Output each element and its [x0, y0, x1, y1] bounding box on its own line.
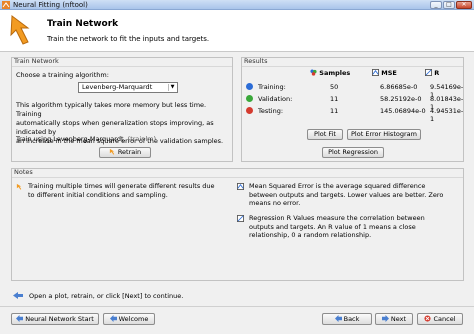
results-row-testing: Testing: 11 145.06894e-0 4.94531e-1 [242, 106, 464, 123]
neural-network-start-button[interactable]: Neural Network Start [11, 313, 99, 325]
mse-icon [237, 183, 244, 190]
back-label: Back [343, 315, 360, 323]
next-button[interactable]: Next [375, 313, 413, 325]
footer-hint-text: Open a plot, retrain, or click [Next] to… [29, 292, 184, 300]
mse-header: MSE [372, 69, 397, 77]
page-title: Train Network [47, 19, 119, 29]
validation-dot-icon [246, 95, 253, 102]
row-label: Validation: [258, 95, 293, 103]
row-samples: 11 [330, 95, 339, 103]
note-line: to different initial conditions and samp… [28, 190, 168, 199]
train-function-name: (trainlm) [127, 135, 157, 143]
divider [12, 177, 463, 178]
cancel-icon [424, 315, 432, 322]
train-panel-title: Train Network [14, 57, 59, 65]
minimize-button[interactable]: _ [430, 1, 442, 9]
samples-header: Samples [310, 69, 350, 77]
row-r: 4.94531e-1 [430, 107, 464, 123]
r-icon [237, 215, 244, 222]
close-button[interactable]: ✕ [456, 1, 472, 9]
note-line: Regression R Values measure the correlat… [249, 214, 425, 222]
page-header: Train Network Train the network to fit t… [0, 10, 474, 52]
results-panel: Results Samples MSE R Training: 50 6.866… [241, 57, 464, 162]
welcome-label: Welcome [118, 315, 149, 323]
retrain-icon [109, 148, 115, 155]
footer-hint: Open a plot, retrain, or click [Next] to… [13, 292, 183, 300]
note-line: Training multiple times will generate di… [28, 182, 215, 190]
chevron-down-icon[interactable]: ▼ [168, 84, 176, 91]
mse-icon [372, 69, 379, 76]
cancel-button[interactable]: Cancel [417, 313, 463, 325]
welcome-icon [109, 315, 117, 322]
results-panel-title: Results [244, 57, 268, 65]
row-samples: 11 [330, 107, 339, 115]
window-title: Neural Fitting (nftool) [13, 0, 88, 9]
window-controls: _ □ ✕ [430, 1, 472, 9]
plot-regression-button[interactable]: Plot Regression [322, 147, 384, 158]
r-header: R [425, 69, 439, 77]
training-dot-icon [246, 83, 253, 90]
samples-icon [310, 69, 317, 76]
welcome-button[interactable]: Welcome [103, 313, 155, 325]
r-header-label: R [434, 69, 440, 77]
row-mse: 145.06894e-0 [380, 107, 426, 115]
row-samples: 50 [330, 83, 339, 91]
notes-panel: Notes Training multiple times will gener… [11, 168, 464, 281]
mse-header-label: MSE [381, 69, 397, 77]
note-line: means no error. [249, 199, 301, 207]
divider [242, 66, 463, 67]
choose-algorithm-label: Choose a training algorithm: [16, 71, 109, 79]
train-arrow-icon [16, 183, 22, 190]
train-using-text: Train using Levenberg-Marquardt. (trainl… [16, 135, 156, 143]
note-line: between outputs and targets. Lower value… [249, 190, 444, 199]
note-line: relationship, 0 a random relationship. [249, 231, 372, 239]
note-line: outputs and targets. An R value of 1 mea… [249, 222, 416, 231]
row-label: Testing: [258, 107, 284, 115]
note-text: Training multiple times will generate di… [28, 182, 215, 199]
nn-start-icon [16, 315, 24, 322]
note-line: Mean Squared Error is the average square… [249, 182, 426, 190]
page-subtitle: Train the network to fit the inputs and … [47, 35, 210, 43]
retrain-label: Retrain [117, 148, 142, 156]
maximize-button[interactable]: □ [443, 1, 455, 9]
back-arrow-icon [334, 315, 342, 322]
neural-fitting-app-icon [2, 0, 10, 9]
divider [12, 66, 232, 67]
note-text: Mean Squared Error is the average square… [249, 182, 443, 208]
r-icon [425, 69, 432, 76]
algorithm-select[interactable]: Levenberg-Marquardt ▼ [78, 82, 178, 93]
train-network-panel: Train Network Choose a training algorith… [11, 57, 233, 162]
nn-start-label: Neural Network Start [25, 315, 94, 323]
hint-arrow-icon [13, 292, 23, 299]
notes-panel-title: Notes [14, 168, 33, 176]
next-label: Next [390, 315, 407, 323]
next-arrow-icon [381, 315, 389, 322]
plot-error-histogram-button[interactable]: Plot Error Histogram [347, 129, 421, 140]
plot-fit-button[interactable]: Plot Fit [307, 129, 343, 140]
row-label: Training: [258, 83, 286, 91]
back-button[interactable]: Back [322, 313, 372, 325]
title-bar: Neural Fitting (nftool) _ □ ✕ [0, 0, 474, 10]
algorithm-selected-value: Levenberg-Marquardt [82, 83, 153, 91]
description-line: This algorithm typically takes more memo… [16, 101, 207, 118]
retrain-button[interactable]: Retrain [99, 147, 151, 158]
results-row-validation: Validation: 11 58.25192e-0 8.01843e-1 [242, 94, 464, 111]
results-row-training: Training: 50 6.86685e-0 9.54169e-1 [242, 82, 464, 99]
cancel-label: Cancel [433, 315, 456, 323]
samples-header-label: Samples [319, 69, 351, 77]
testing-dot-icon [246, 107, 253, 114]
row-mse: 58.25192e-0 [380, 95, 422, 103]
train-using-label: Train using Levenberg-Marquardt. [16, 135, 126, 143]
note-text: Regression R Values measure the correlat… [249, 214, 425, 240]
row-mse: 6.86685e-0 [380, 83, 418, 91]
train-arrow-icon [10, 15, 30, 45]
